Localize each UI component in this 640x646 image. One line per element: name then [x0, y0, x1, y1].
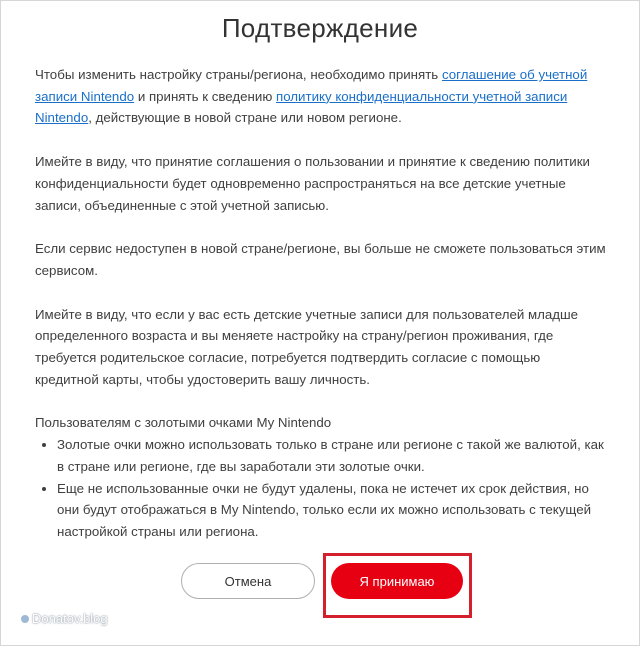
p1-text-2: и принять к сведению [134, 88, 276, 104]
gold-points-item: Еще не использованные очки не будут удал… [57, 478, 607, 543]
gold-points-heading: Пользователям с золотыми очками My Ninte… [35, 415, 332, 431]
watermark-dot-icon [21, 614, 29, 623]
dialog-content: Чтобы изменить настройку страны/региона,… [35, 64, 607, 543]
accept-highlight-box [323, 553, 472, 618]
p1-text-1: Чтобы изменить настройку страны/региона,… [35, 67, 442, 82]
dialog-title: Подтверждение [221, 13, 419, 43]
watermark: Donatov.blog [21, 611, 108, 626]
watermark-text: Donatov.blog [32, 611, 108, 626]
paragraph-parental-consent: Имейте в виду, что если у вас есть детск… [35, 306, 579, 387]
gold-points-list: Золотые очки можно использовать только в… [35, 434, 607, 543]
p1-text-3: , действующие в новой стране или новом р… [88, 110, 402, 126]
paragraph-child-accounts: Имейте в виду, что принятие соглашения о… [35, 154, 590, 213]
cancel-button[interactable]: Отмена [181, 563, 315, 599]
paragraph-account-agreement: Чтобы изменить настройку страны/региона,… [35, 64, 607, 129]
paragraph-service-unavailable: Если сервис недоступен в новой стране/ре… [35, 241, 606, 278]
gold-points-item: Золотые очки можно использовать только в… [57, 434, 607, 477]
